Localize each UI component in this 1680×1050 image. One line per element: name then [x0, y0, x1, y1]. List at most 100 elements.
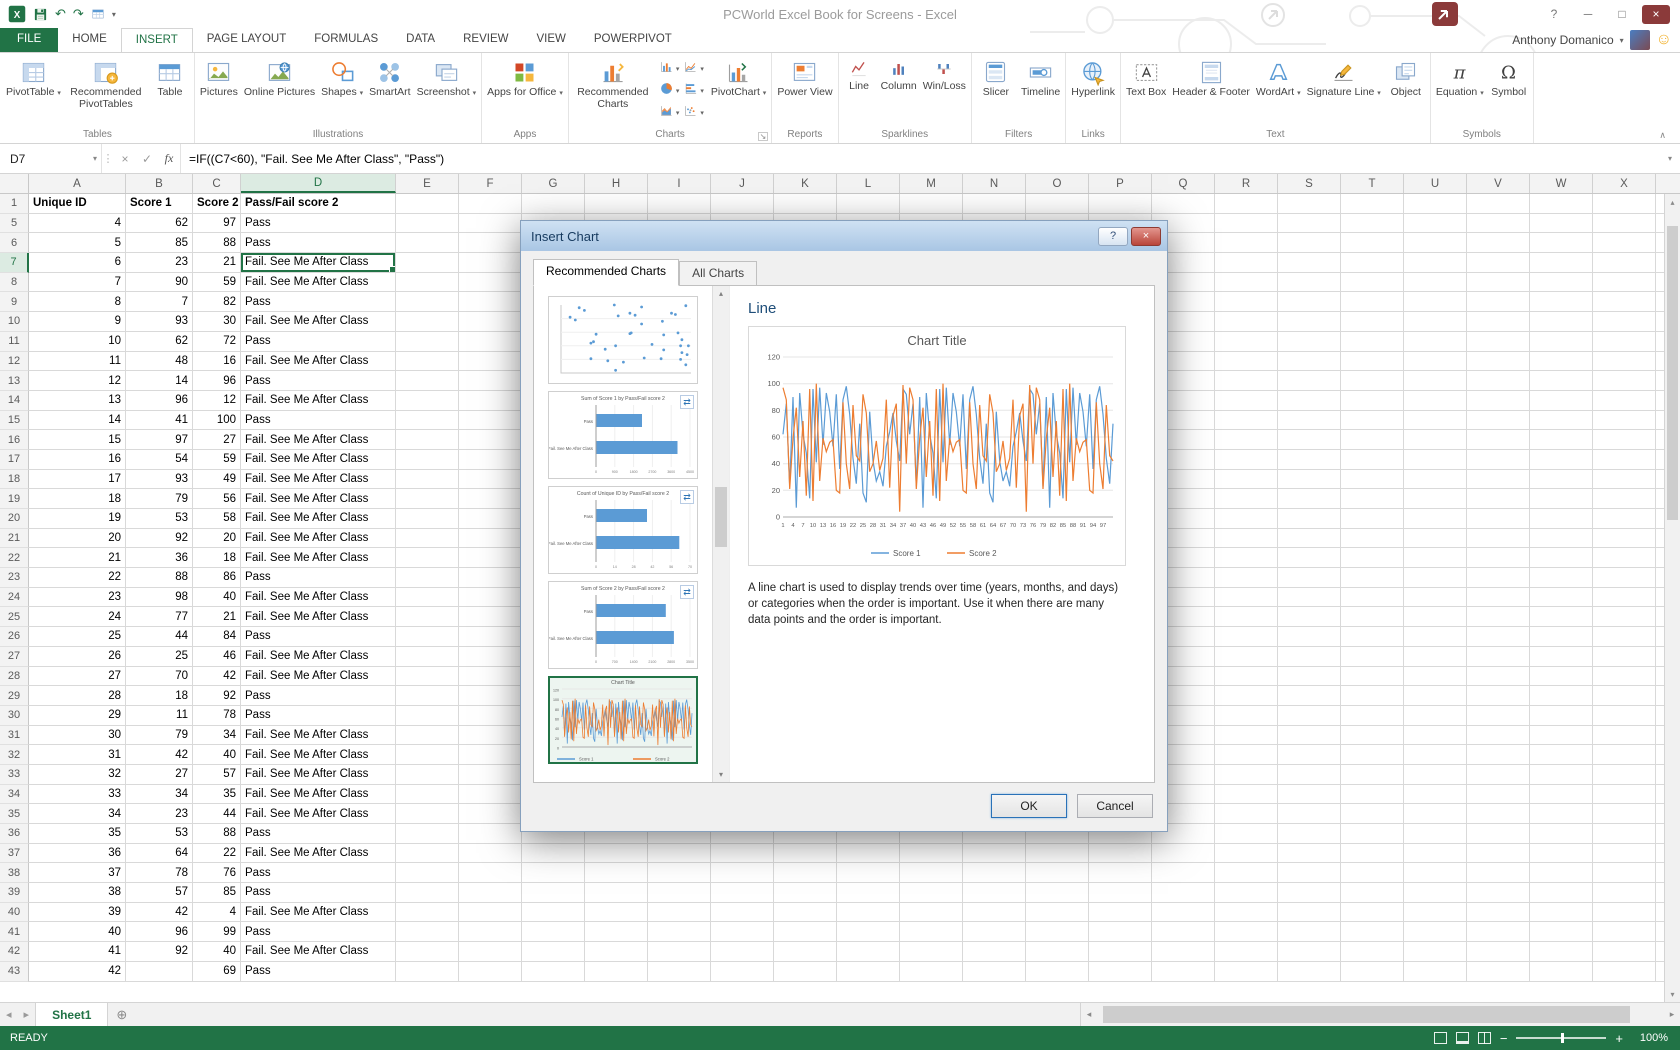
cell-a41[interactable]: 40	[29, 922, 126, 942]
cell-c30[interactable]: 78	[193, 706, 241, 726]
cell-a23[interactable]: 22	[29, 568, 126, 588]
row-header-26[interactable]: 26	[0, 627, 29, 647]
cell-c27[interactable]: 46	[193, 647, 241, 667]
thumb-scroll-up-arrow[interactable]: ▴	[719, 286, 723, 301]
cell-b28[interactable]: 70	[126, 667, 193, 687]
cell-c38[interactable]: 76	[193, 863, 241, 883]
cell-a30[interactable]: 29	[29, 706, 126, 726]
cell-c18[interactable]: 49	[193, 470, 241, 490]
row-header-25[interactable]: 25	[0, 607, 29, 627]
chart-thumbnail-scatter[interactable]	[548, 296, 698, 384]
row-header-15[interactable]: 15	[0, 411, 29, 431]
power-view-button[interactable]: Power View	[774, 54, 835, 128]
cell-b33[interactable]: 27	[126, 765, 193, 785]
cell-a24[interactable]: 23	[29, 588, 126, 608]
cell-c35[interactable]: 44	[193, 804, 241, 824]
cell-b31[interactable]: 79	[126, 726, 193, 746]
ribbon-tab-view[interactable]: VIEW	[522, 28, 579, 52]
row-header-14[interactable]: 14	[0, 391, 29, 411]
cell-d23[interactable]: Pass	[241, 568, 396, 588]
dialog-title-bar[interactable]: Insert Chart ? ×	[521, 221, 1167, 251]
cell-b23[interactable]: 88	[126, 568, 193, 588]
cell-b19[interactable]: 79	[126, 489, 193, 509]
cell-a37[interactable]: 36	[29, 844, 126, 864]
row-header-19[interactable]: 19	[0, 489, 29, 509]
cell-a42[interactable]: 41	[29, 942, 126, 962]
scroll-left-arrow[interactable]: ◂	[1081, 1009, 1097, 1020]
zoom-slider-thumb[interactable]	[1561, 1033, 1564, 1043]
cell-d39[interactable]: Pass	[241, 883, 396, 903]
row-header-5[interactable]: 5	[0, 214, 29, 234]
cell-a19[interactable]: 18	[29, 489, 126, 509]
cell-b40[interactable]: 42	[126, 903, 193, 923]
recommended-charts-button[interactable]: Recommended Charts	[571, 54, 655, 128]
feedback-smiley-icon[interactable]: ☺	[1656, 31, 1672, 49]
horizontal-scroll-thumb[interactable]	[1103, 1006, 1630, 1023]
column-header-f[interactable]: F	[459, 174, 522, 193]
cell-d40[interactable]: Fail. See Me After Class	[241, 903, 396, 923]
empty-cells-row-38[interactable]	[396, 863, 1680, 883]
cell-d17[interactable]: Fail. See Me After Class	[241, 450, 396, 470]
cell-b18[interactable]: 93	[126, 470, 193, 490]
cell-d6[interactable]: Pass	[241, 233, 396, 253]
formula-bar-grip[interactable]: ⋮	[102, 144, 114, 173]
cell-d12[interactable]: Fail. See Me After Class	[241, 352, 396, 372]
cell-a21[interactable]: 20	[29, 529, 126, 549]
column-header-k[interactable]: K	[774, 174, 837, 193]
thumb-scroll-down-arrow[interactable]: ▾	[719, 767, 723, 782]
zoom-in-button[interactable]: +	[1615, 1031, 1623, 1046]
cell-c40[interactable]: 4	[193, 903, 241, 923]
cell-d7[interactable]: Fail. See Me After Class	[241, 253, 396, 273]
win-loss-button[interactable]: Win/Loss	[920, 54, 969, 128]
column-header-w[interactable]: W	[1530, 174, 1593, 193]
column-header-x[interactable]: X	[1593, 174, 1656, 193]
row-header-23[interactable]: 23	[0, 568, 29, 588]
ribbon-tab-file[interactable]: FILE	[0, 28, 58, 52]
empty-cells-row-1[interactable]	[396, 194, 1680, 214]
cell-d28[interactable]: Fail. See Me After Class	[241, 667, 396, 687]
cell-b13[interactable]: 14	[126, 371, 193, 391]
undo-button[interactable]: ↶	[55, 6, 66, 22]
sheet-tab-sheet1[interactable]: Sheet1	[35, 1003, 108, 1026]
cell-b6[interactable]: 85	[126, 233, 193, 253]
row-header-35[interactable]: 35	[0, 804, 29, 824]
header-footer-button[interactable]: Header & Footer	[1169, 54, 1253, 128]
cell-d16[interactable]: Fail. See Me After Class	[241, 430, 396, 450]
cell-c36[interactable]: 88	[193, 824, 241, 844]
column-header-v[interactable]: V	[1467, 174, 1530, 193]
cell-d36[interactable]: Pass	[241, 824, 396, 844]
cell-d34[interactable]: Fail. See Me After Class	[241, 785, 396, 805]
column-header-p[interactable]: P	[1089, 174, 1152, 193]
thumb-scroll-thumb[interactable]	[715, 487, 727, 547]
empty-cells-row-41[interactable]	[396, 922, 1680, 942]
cell-b36[interactable]: 53	[126, 824, 193, 844]
formula-input[interactable]: =IF((C7<60), "Fail. See Me After Class",…	[180, 144, 1660, 173]
column-header-t[interactable]: T	[1341, 174, 1404, 193]
cell-d26[interactable]: Pass	[241, 627, 396, 647]
normal-view-button[interactable]	[1434, 1032, 1447, 1044]
name-box[interactable]: D7 ▾	[0, 144, 102, 173]
cell-b41[interactable]: 96	[126, 922, 193, 942]
empty-cells-row-40[interactable]	[396, 903, 1680, 923]
row-header-7[interactable]: 7	[0, 253, 29, 273]
cell-d19[interactable]: Fail. See Me After Class	[241, 489, 396, 509]
name-box-dropdown-icon[interactable]: ▾	[93, 154, 97, 163]
help-button[interactable]: ?	[1540, 5, 1568, 24]
chart-preview[interactable]: Chart Title02040608010012014710131619222…	[748, 326, 1126, 566]
cell-b9[interactable]: 7	[126, 292, 193, 312]
cell-c1[interactable]: Score 2	[193, 194, 241, 214]
cell-a29[interactable]: 28	[29, 686, 126, 706]
cell-b20[interactable]: 53	[126, 509, 193, 529]
save-button[interactable]	[33, 7, 48, 22]
row-header-10[interactable]: 10	[0, 312, 29, 332]
cell-b35[interactable]: 23	[126, 804, 193, 824]
cell-d11[interactable]: Pass	[241, 332, 396, 352]
cell-b30[interactable]: 11	[126, 706, 193, 726]
cell-b17[interactable]: 54	[126, 450, 193, 470]
insert-area-chart-button[interactable]: ▾	[659, 103, 680, 123]
cell-d1[interactable]: Pass/Fail score 2	[241, 194, 396, 214]
row-header-37[interactable]: 37	[0, 844, 29, 864]
cell-c31[interactable]: 34	[193, 726, 241, 746]
slicer-button[interactable]: Slicer	[974, 54, 1018, 128]
pictures-button[interactable]: Pictures	[197, 54, 241, 128]
